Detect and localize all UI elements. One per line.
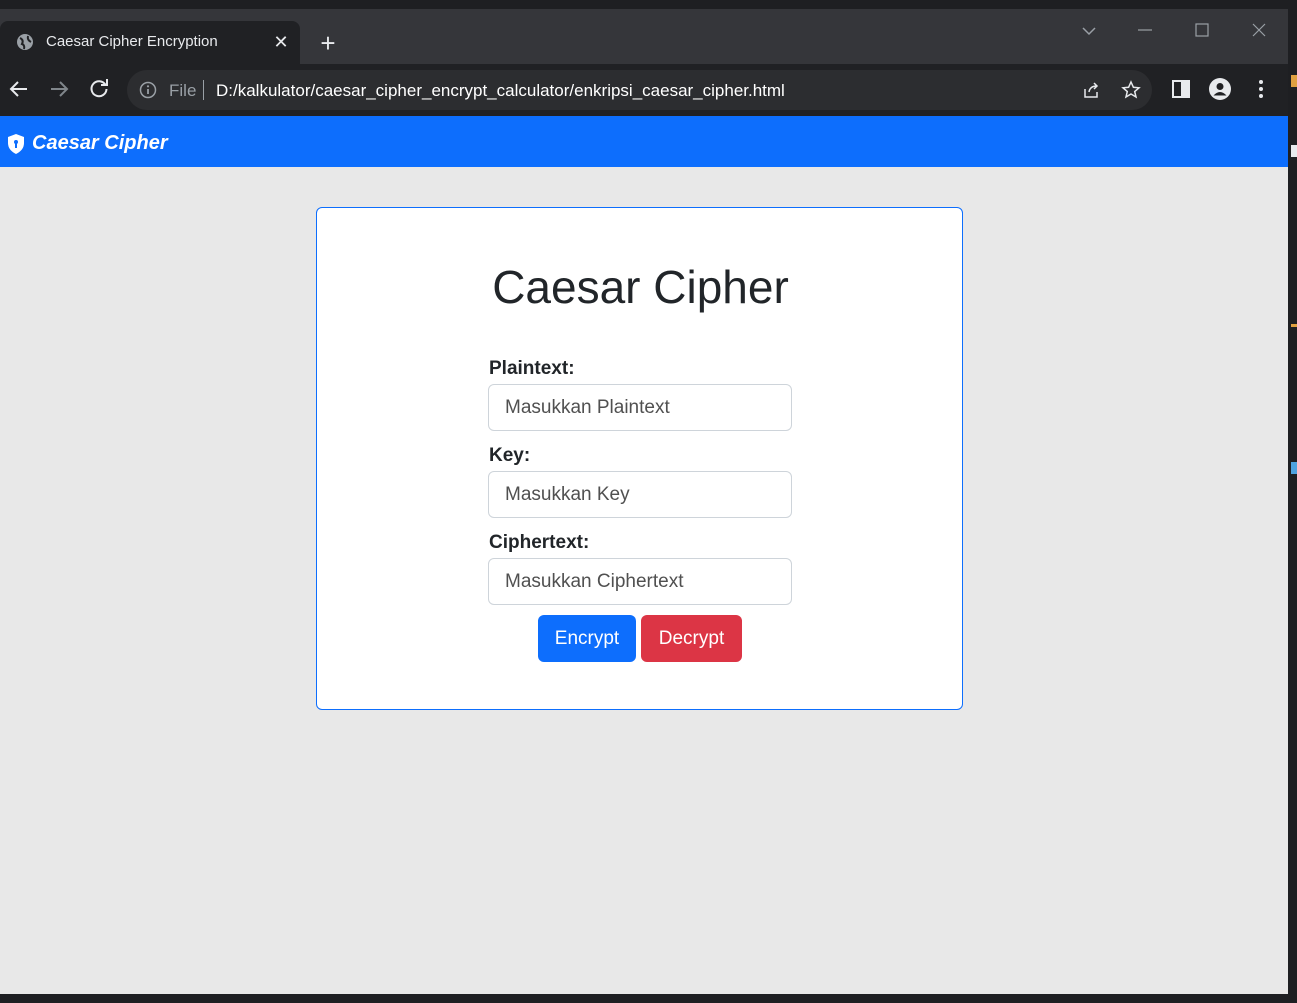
- browser-tab[interactable]: Caesar Cipher Encryption ✕: [0, 21, 300, 64]
- browser-window: Caesar Cipher Encryption ✕ + File D:/kal…: [0, 9, 1288, 994]
- navbar: Caesar Cipher: [0, 116, 1288, 167]
- info-icon[interactable]: [139, 81, 157, 99]
- address-divider: [203, 80, 204, 100]
- bookmark-star-icon[interactable]: [1121, 80, 1141, 100]
- cipher-card: Caesar Cipher Plaintext: Key: Ciphertext…: [316, 207, 963, 710]
- navbar-brand[interactable]: Caesar Cipher: [32, 132, 168, 155]
- tab-title: Caesar Cipher Encryption: [46, 33, 218, 50]
- background-app-glyph: [1291, 462, 1297, 474]
- reload-icon[interactable]: [88, 78, 110, 100]
- shield-icon: [8, 134, 24, 154]
- key-label: Key:: [489, 445, 531, 466]
- side-panel-icon[interactable]: [1170, 78, 1192, 100]
- address-bar[interactable]: File D:/kalkulator/caesar_cipher_encrypt…: [127, 70, 1152, 110]
- tab-search-chevron-icon[interactable]: [1074, 19, 1104, 43]
- page-title: Caesar Cipher: [492, 261, 789, 313]
- plaintext-label: Plaintext:: [489, 358, 575, 379]
- browser-toolbar: File D:/kalkulator/caesar_cipher_encrypt…: [0, 64, 1288, 116]
- new-tab-button[interactable]: +: [316, 30, 340, 56]
- background-app-glyph: [1291, 145, 1297, 157]
- tab-close-icon[interactable]: ✕: [272, 32, 290, 52]
- close-window-icon[interactable]: [1244, 19, 1274, 43]
- share-icon[interactable]: [1081, 80, 1101, 100]
- web-page: Caesar Cipher Caesar Cipher Plaintext: K…: [0, 116, 1288, 994]
- key-input[interactable]: [488, 471, 792, 518]
- back-arrow-icon[interactable]: [8, 78, 30, 100]
- tab-strip: Caesar Cipher Encryption ✕ +: [0, 9, 1288, 64]
- minimize-icon[interactable]: [1130, 19, 1160, 43]
- globe-icon: [17, 34, 33, 50]
- ciphertext-label: Ciphertext:: [489, 532, 590, 553]
- more-menu-icon[interactable]: [1250, 78, 1272, 100]
- background-app-glyph: [1291, 324, 1297, 327]
- url-text[interactable]: D:/kalkulator/caesar_cipher_encrypt_calc…: [216, 81, 785, 101]
- encrypt-button[interactable]: Encrypt: [538, 615, 636, 662]
- forward-arrow-icon[interactable]: [48, 78, 70, 100]
- ciphertext-input[interactable]: [488, 558, 792, 605]
- maximize-icon[interactable]: [1187, 19, 1217, 43]
- profile-avatar-icon[interactable]: [1209, 78, 1231, 100]
- scheme-label: File: [169, 81, 197, 100]
- background-app-glyph: [1291, 75, 1297, 87]
- decrypt-button[interactable]: Decrypt: [641, 615, 742, 662]
- plaintext-input[interactable]: [488, 384, 792, 431]
